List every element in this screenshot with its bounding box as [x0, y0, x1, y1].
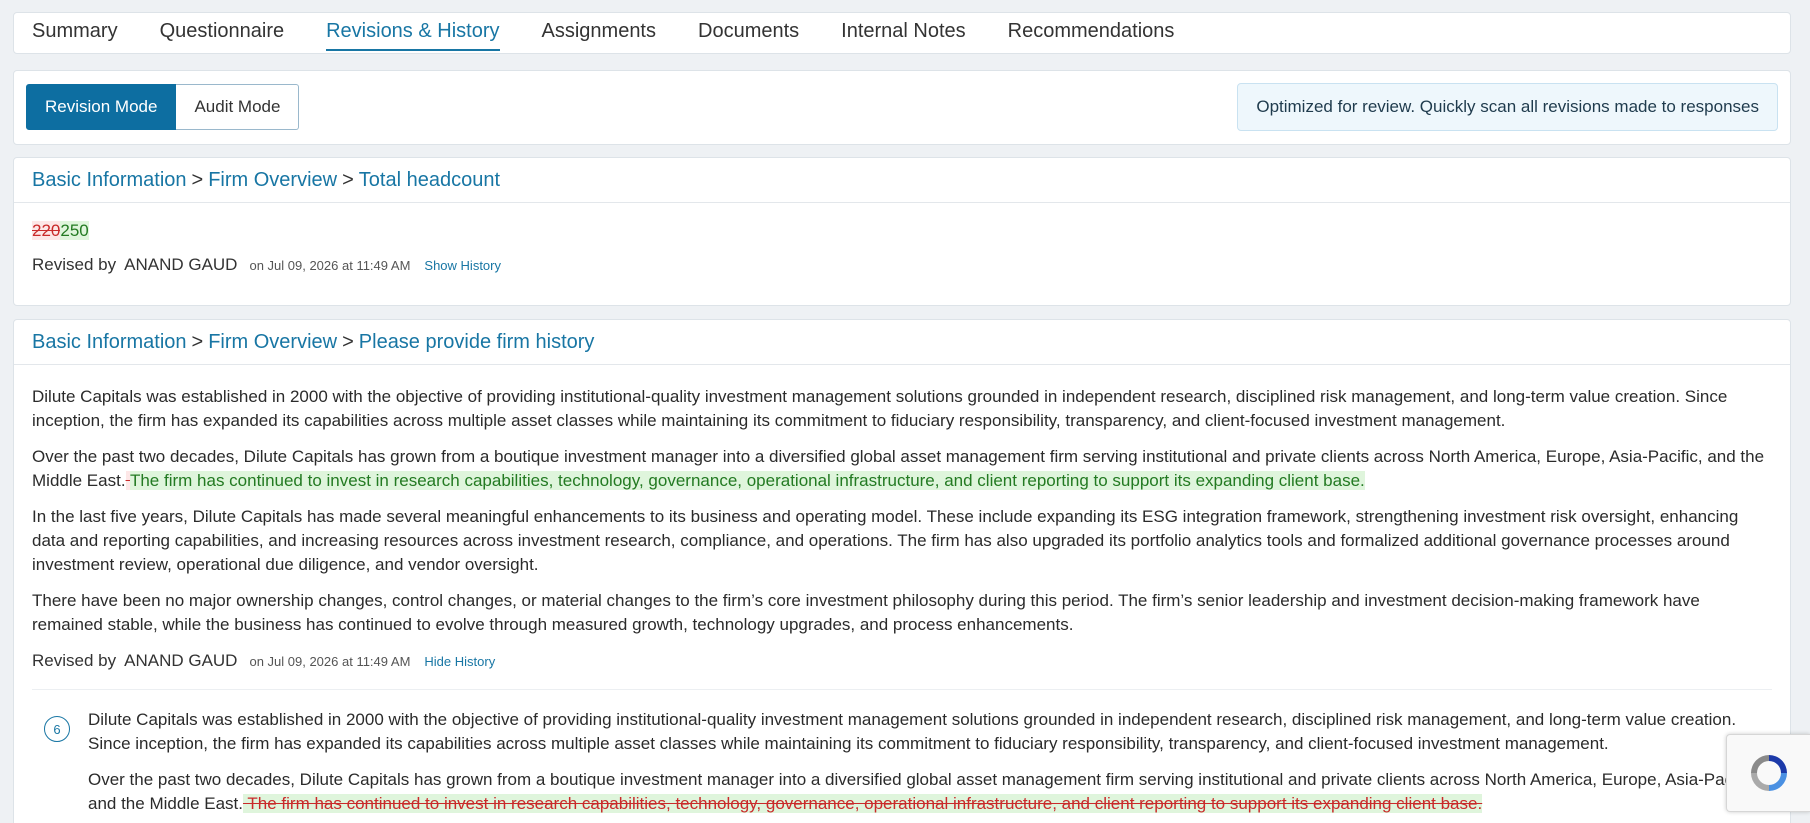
breadcrumb-separator: >: [342, 168, 354, 191]
inserted-text: 250: [60, 221, 89, 240]
answer-paragraph: Dilute Capitals was established in 2000 …: [32, 387, 1728, 430]
breadcrumb: Basic Information > Firm Overview > Tota…: [14, 158, 1790, 203]
recaptcha-badge[interactable]: [1726, 734, 1810, 812]
revision-mode-button[interactable]: Revision Mode: [26, 84, 177, 130]
tab-summary[interactable]: Summary: [32, 13, 118, 53]
answer-paragraph: There have been no major ownership chang…: [32, 591, 1700, 634]
audit-mode-button[interactable]: Audit Mode: [176, 84, 300, 130]
show-history-link[interactable]: Show History: [424, 258, 501, 273]
revision-meta: Revised by ANAND GAUD on Jul 09, 2026 at…: [32, 651, 1772, 671]
mode-toggle-group: Revision Mode Audit Mode: [26, 84, 300, 130]
tab-assignments[interactable]: Assignments: [542, 13, 657, 53]
revised-timestamp: on Jul 09, 2026 at 11:49 AM: [249, 654, 411, 669]
deleted-text: The firm has continued to invest in rese…: [242, 794, 1483, 813]
revised-by-user: ANAND GAUD: [124, 651, 238, 670]
tab-recommendations[interactable]: Recommendations: [1008, 13, 1175, 53]
history-paragraph: Over the past two decades, Dilute Capita…: [88, 768, 1772, 816]
breadcrumb-question[interactable]: Total headcount: [359, 169, 500, 192]
tab-bar: Summary Questionnaire Revisions & Histor…: [13, 12, 1791, 54]
breadcrumb-separator: >: [191, 168, 204, 191]
revision-value: 220250: [32, 221, 1772, 241]
breadcrumb-separator: >: [191, 330, 204, 353]
inserted-text: The firm has continued to invest in rese…: [129, 471, 1365, 490]
breadcrumb-separator: >: [342, 330, 354, 353]
revised-by-label: Revised by: [32, 255, 117, 274]
revision-meta: Revised by ANAND GAUD on Jul 09, 2026 at…: [32, 255, 1772, 275]
tab-questionnaire[interactable]: Questionnaire: [160, 13, 285, 53]
hide-history-link[interactable]: Hide History: [424, 654, 495, 669]
breadcrumb-question[interactable]: Please provide firm history: [359, 331, 595, 354]
revision-card-firm-history: Basic Information > Firm Overview > Plea…: [13, 319, 1791, 823]
breadcrumb-subsection[interactable]: Firm Overview: [208, 331, 337, 354]
tab-revisions-history[interactable]: Revisions & History: [326, 13, 500, 51]
revised-by-label: Revised by: [32, 651, 117, 670]
tab-internal-notes[interactable]: Internal Notes: [841, 13, 966, 53]
tab-documents[interactable]: Documents: [698, 13, 799, 53]
mode-panel: Revision Mode Audit Mode Optimized for r…: [13, 70, 1791, 145]
mode-description: Optimized for review. Quickly scan all r…: [1237, 83, 1778, 131]
history-paragraph: Dilute Capitals was established in 2000 …: [88, 710, 1737, 753]
revised-by-user: ANAND GAUD: [124, 255, 238, 274]
answer-paragraph: Over the past two decades, Dilute Capita…: [32, 445, 1772, 493]
recaptcha-icon: [1750, 755, 1787, 791]
history-entry: 6 Dilute Capitals was established in 200…: [32, 689, 1772, 816]
revision-card-headcount: Basic Information > Firm Overview > Tota…: [13, 157, 1791, 306]
answer-paragraph: In the last five years, Dilute Capitals …: [32, 507, 1739, 574]
breadcrumb: Basic Information > Firm Overview > Plea…: [14, 320, 1790, 365]
breadcrumb-subsection[interactable]: Firm Overview: [208, 169, 337, 192]
breadcrumb-section[interactable]: Basic Information: [32, 331, 187, 354]
deleted-text: 220: [32, 221, 61, 240]
revised-timestamp: on Jul 09, 2026 at 11:49 AM: [249, 258, 411, 273]
version-badge: 6: [44, 716, 70, 742]
breadcrumb-section[interactable]: Basic Information: [32, 169, 187, 192]
